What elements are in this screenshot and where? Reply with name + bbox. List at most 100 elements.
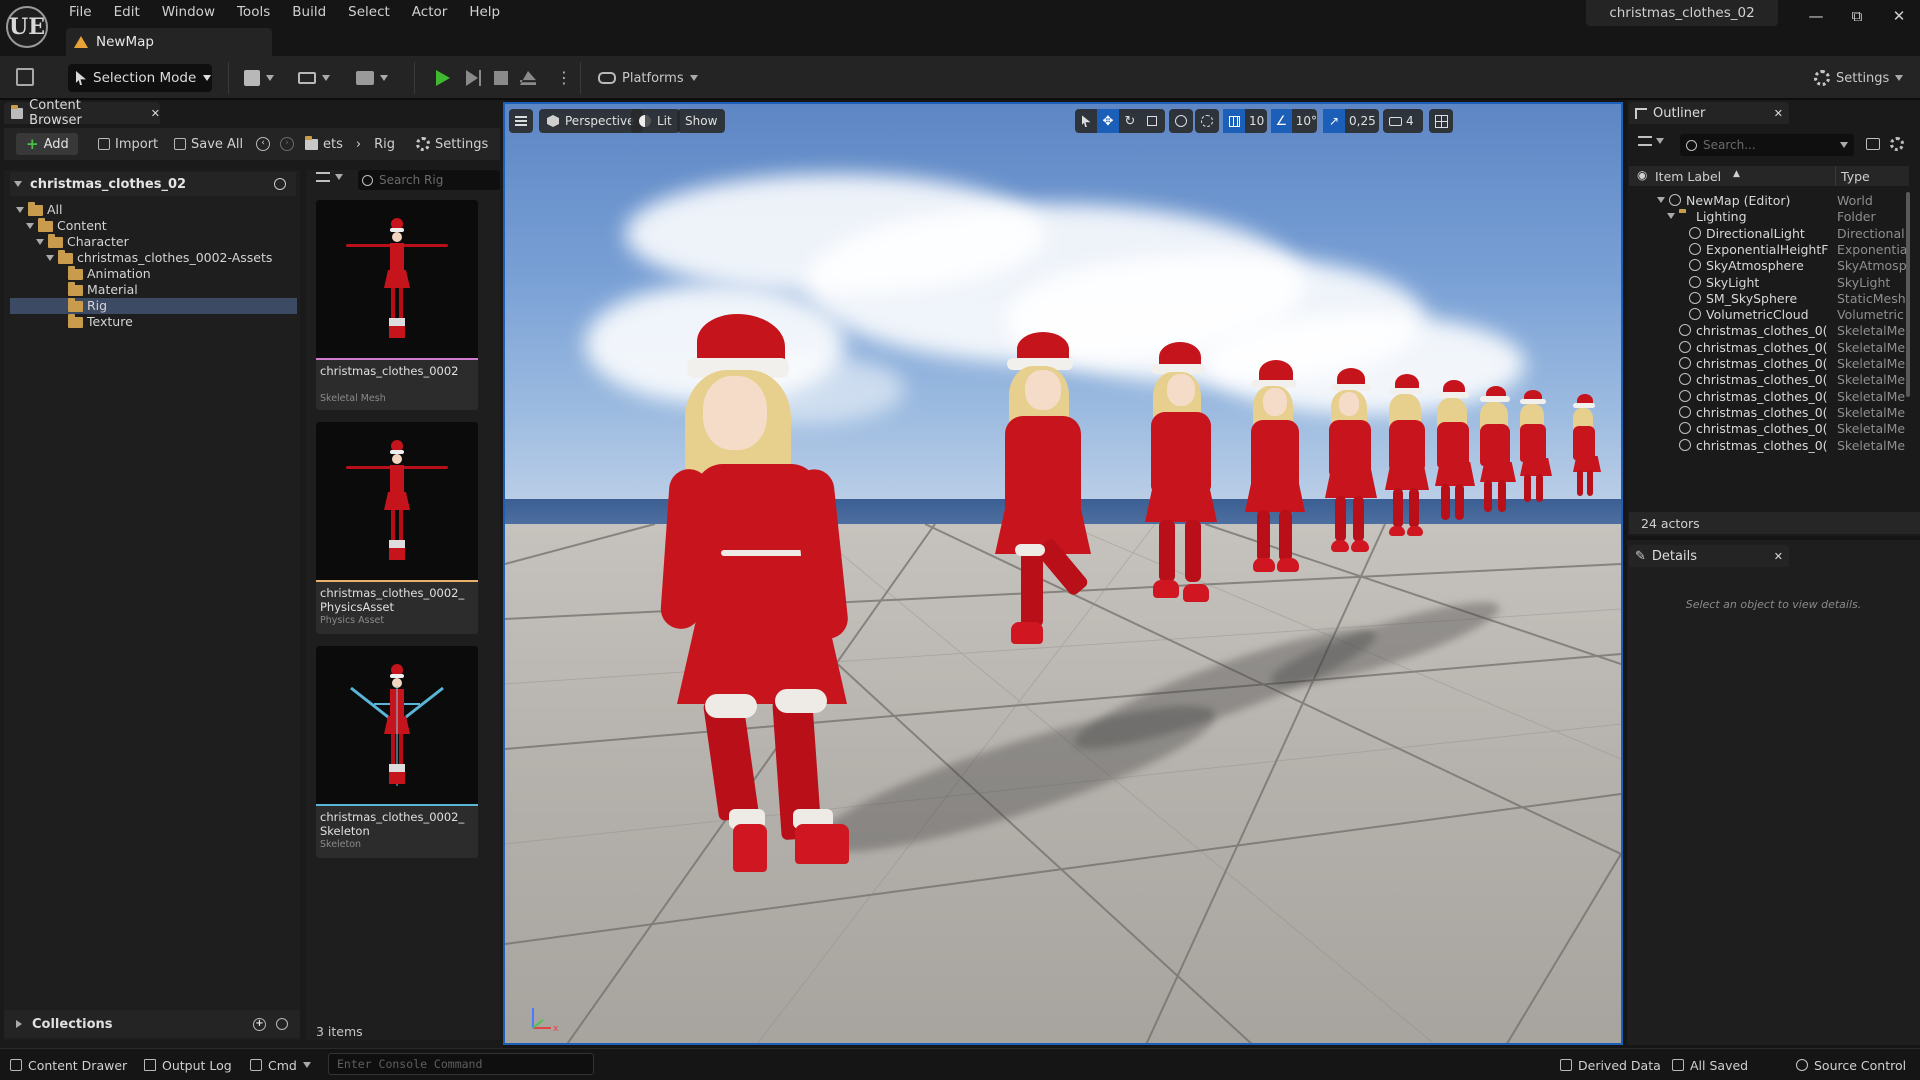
blueprints-button[interactable]: [298, 64, 330, 92]
menu-select[interactable]: Select: [337, 0, 401, 24]
level-viewport[interactable]: Perspective Lit Show ✥ ↻ 10 ∠ 10° ↗ 0,25…: [503, 102, 1623, 1045]
rotation-snap-button[interactable]: ∠ 10°: [1271, 109, 1317, 133]
close-icon[interactable]: ✕: [1774, 550, 1783, 563]
camera-speed-button[interactable]: 4: [1383, 109, 1423, 133]
chevron-down-icon[interactable]: [36, 239, 44, 245]
chevron-down-icon[interactable]: [1667, 213, 1675, 220]
chevron-down-icon[interactable]: [46, 255, 54, 261]
surface-snap-button[interactable]: [1195, 109, 1219, 133]
history-back-button[interactable]: ‹: [256, 133, 270, 155]
show-button[interactable]: Show: [677, 109, 726, 133]
breadcrumb-item[interactable]: Rig: [374, 137, 395, 152]
add-button[interactable]: + Add: [16, 133, 78, 155]
folder-icon: [305, 135, 318, 150]
collections-header[interactable]: Collections +: [4, 1010, 300, 1038]
output-log-button[interactable]: Output Log: [144, 1053, 232, 1077]
scale-snap-button[interactable]: ↗ 0,25: [1323, 109, 1379, 133]
derived-data-button[interactable]: Derived Data: [1560, 1053, 1661, 1077]
outliner-filter-button[interactable]: [1638, 136, 1664, 146]
chevron-down-icon[interactable]: [1657, 197, 1665, 203]
menu-actor[interactable]: Actor: [401, 0, 459, 24]
outliner-tab[interactable]: Outliner ✕: [1629, 102, 1789, 124]
platforms-button[interactable]: Platforms: [598, 64, 698, 92]
console-input[interactable]: Enter Console Command: [328, 1053, 594, 1075]
cinematics-button[interactable]: [356, 64, 388, 92]
column-item-label[interactable]: Item Label: [1655, 169, 1721, 184]
outliner-search-input[interactable]: Search...: [1680, 134, 1854, 156]
tree-folder-content[interactable]: Content: [10, 217, 297, 234]
filter-icon: [316, 172, 330, 182]
add-actor-button[interactable]: [244, 64, 274, 92]
tree-folder-material[interactable]: Material: [10, 281, 297, 298]
tree-header[interactable]: christmas_clothes_02: [10, 172, 296, 196]
settings-button[interactable]: Settings: [1814, 64, 1904, 92]
asset-tile[interactable]: christmas_clothes_0002_ PhysicsAsset Phy…: [316, 422, 478, 634]
save-all-button[interactable]: Save All: [174, 133, 243, 155]
grid-snap-button[interactable]: 10: [1223, 109, 1267, 133]
menu-build[interactable]: Build: [281, 0, 337, 24]
viewport-menu-button[interactable]: [509, 109, 533, 133]
menu-tools[interactable]: Tools: [226, 0, 281, 24]
history-forward-button[interactable]: ›: [280, 133, 294, 155]
minimize-icon[interactable]: —: [1795, 0, 1837, 32]
unreal-logo-icon[interactable]: UE: [6, 6, 48, 48]
chevron-right-icon: ›: [355, 136, 362, 152]
source-control-button[interactable]: Source Control: [1796, 1053, 1906, 1077]
eye-icon[interactable]: ◉: [1637, 168, 1647, 182]
add-folder-icon[interactable]: [1866, 138, 1880, 150]
viewport-layout-button[interactable]: [1429, 109, 1453, 133]
select-tool-icon[interactable]: [1075, 109, 1097, 133]
view-mode-button[interactable]: Lit: [631, 109, 680, 133]
all-saved-button[interactable]: All Saved: [1672, 1053, 1748, 1077]
tree-folder-animation[interactable]: Animation: [10, 265, 297, 282]
cmd-dropdown[interactable]: Cmd: [250, 1053, 311, 1077]
menu-help[interactable]: Help: [458, 0, 511, 24]
close-icon[interactable]: ✕: [1774, 107, 1783, 120]
asset-tile[interactable]: christmas_clothes_0002_ Skeleton Skeleto…: [316, 646, 478, 858]
chevron-down-icon[interactable]: [16, 207, 24, 213]
asset-tile[interactable]: christmas_clothes_0002 Skeletal Mesh: [316, 200, 478, 410]
add-collection-icon[interactable]: +: [253, 1017, 266, 1031]
content-drawer-button[interactable]: Content Drawer: [10, 1053, 127, 1077]
tree-folder-character[interactable]: Character: [10, 233, 297, 250]
outliner-row[interactable]: christmas_clothes_0(SkeletalMe: [1629, 435, 1909, 455]
stop-button[interactable]: [494, 70, 508, 86]
save-icon[interactable]: [16, 68, 34, 86]
asset-search-input[interactable]: Search Rig: [358, 170, 500, 190]
rotate-tool-icon[interactable]: ↻: [1119, 109, 1141, 133]
selection-mode-dropdown[interactable]: Selection Mode: [68, 64, 212, 92]
content-browser-settings-button[interactable]: Settings: [416, 133, 488, 155]
column-type[interactable]: Type: [1841, 169, 1870, 184]
menu-window[interactable]: Window: [151, 0, 226, 24]
tree-folder-all[interactable]: All: [10, 201, 297, 218]
translate-tool-icon[interactable]: ✥: [1097, 109, 1119, 133]
tree-folder-rig[interactable]: Rig: [10, 297, 297, 314]
world-space-button[interactable]: [1169, 109, 1193, 133]
gear-icon[interactable]: [1890, 137, 1904, 151]
details-tab[interactable]: ✎ Details ✕: [1629, 545, 1789, 567]
tree-folder-christmas-clothes-0002-assets[interactable]: christmas_clothes_0002-Assets: [10, 249, 297, 266]
perspective-button[interactable]: Perspective: [539, 109, 643, 133]
tree-folder-texture[interactable]: Texture: [10, 313, 297, 330]
chevron-down-icon[interactable]: [26, 223, 34, 229]
outliner-scrollbar[interactable]: [1906, 192, 1910, 397]
level-tab[interactable]: NewMap: [66, 28, 272, 56]
import-button[interactable]: Import: [98, 133, 158, 155]
search-icon[interactable]: [276, 1018, 288, 1030]
close-icon[interactable]: ✕: [151, 107, 160, 120]
breadcrumb-item[interactable]: ets: [323, 137, 343, 152]
play-options-icon[interactable]: ⋮: [556, 68, 572, 88]
play-button[interactable]: [436, 68, 450, 88]
restore-icon[interactable]: ⧉: [1836, 0, 1878, 32]
menu-edit[interactable]: Edit: [103, 0, 151, 24]
search-icon[interactable]: [274, 178, 286, 190]
content-browser-tab[interactable]: Content Browser ✕: [4, 98, 160, 128]
stop-icon: [494, 71, 508, 85]
advance-frame-button[interactable]: [466, 68, 481, 88]
scale-tool-icon[interactable]: [1141, 109, 1163, 133]
eject-button[interactable]: [520, 68, 536, 88]
close-icon[interactable]: ✕: [1878, 0, 1920, 32]
filter-button[interactable]: [316, 172, 343, 182]
blueprint-icon: [298, 72, 316, 84]
menu-file[interactable]: File: [58, 0, 103, 24]
